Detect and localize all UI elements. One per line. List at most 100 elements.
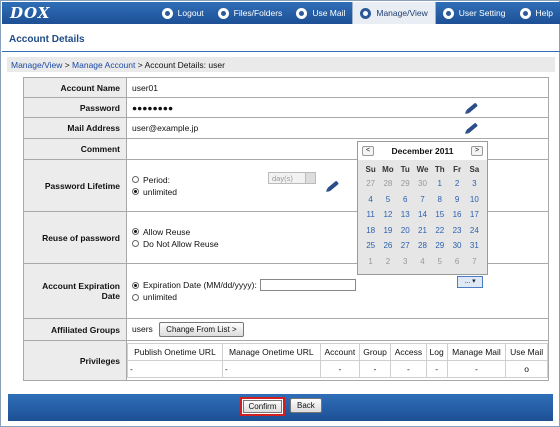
calendar-day[interactable]: 11	[362, 207, 379, 223]
calendar-day[interactable]: 23	[448, 223, 465, 239]
period-unit-select: day(s)	[268, 172, 316, 184]
calendar-day[interactable]: 6	[448, 254, 465, 270]
calendar-day[interactable]: 24	[466, 223, 483, 239]
calendar-day[interactable]: 28	[414, 238, 431, 254]
manage-icon	[360, 7, 372, 19]
nav-logout[interactable]: Logout	[155, 2, 211, 24]
confirm-button[interactable]: Confirm	[243, 400, 282, 413]
calendar-day[interactable]: 6	[397, 192, 414, 208]
calendar-day[interactable]: 7	[414, 192, 431, 208]
breadcrumb-manage-account[interactable]: Manage Account	[72, 60, 135, 70]
calendar-day[interactable]: 4	[414, 254, 431, 270]
calendar-day[interactable]: 12	[379, 207, 396, 223]
nav-use-mail[interactable]: Use Mail	[289, 2, 352, 24]
privilege-value: -	[319, 360, 360, 378]
comment-label: Comment	[23, 138, 127, 160]
allow-reuse-radio[interactable]	[132, 228, 139, 235]
unlimited-expiration-option[interactable]: unlimited	[132, 291, 543, 303]
main-nav: Logout Files/Folders Use Mail Manage/Vie…	[155, 2, 560, 24]
weekday-label: Tu	[400, 164, 410, 174]
calendar-day[interactable]: 3	[397, 254, 414, 270]
unlimited-expiration-radio[interactable]	[132, 293, 139, 301]
calendar-day[interactable]: 10	[466, 192, 483, 208]
calendar-day[interactable]: 21	[414, 223, 431, 239]
nav-help[interactable]: Help	[513, 2, 560, 24]
next-month-button[interactable]: >	[470, 146, 483, 156]
password-label: Password	[23, 97, 127, 118]
calendar-day[interactable]: 8	[431, 192, 448, 208]
calendar-day[interactable]: 1	[431, 176, 448, 192]
expiration-date-input[interactable]	[259, 279, 356, 291]
calendar-day[interactable]: 25	[362, 238, 379, 254]
user-icon	[442, 7, 454, 19]
affiliated-groups-cell: users Change From List >	[126, 318, 549, 341]
calendar-day[interactable]: 20	[397, 223, 414, 239]
calendar-day[interactable]: 15	[431, 207, 448, 223]
privilege-header: Manage Onetime URL	[221, 343, 321, 361]
calendar-dropdown-label: ...	[464, 278, 471, 285]
unlimited-lifetime-label: unlimited	[143, 186, 178, 197]
calendar-day[interactable]: 7	[466, 254, 483, 270]
nav-logout-label: Logout	[177, 8, 204, 18]
nav-manage-view[interactable]: Manage/View	[352, 2, 436, 24]
expiration-date-label: Account Expiration Date	[23, 263, 127, 319]
calendar-day[interactable]: 13	[397, 207, 414, 223]
calendar-day[interactable]: 27	[397, 238, 414, 254]
breadcrumb-separator: >	[135, 60, 145, 70]
expiration-date-radio[interactable]	[132, 281, 139, 289]
calendar-day[interactable]: 17	[466, 207, 483, 223]
calendar-day[interactable]: 1	[362, 254, 379, 270]
prev-month-button[interactable]: <	[362, 146, 374, 156]
reuse-password-label: Reuse of password	[23, 211, 127, 264]
privilege-header: Account	[319, 343, 360, 361]
password-value: ●●●●●●●●	[132, 102, 174, 113]
edit-mail-pencil-icon[interactable]	[466, 122, 478, 134]
calendar-day[interactable]: 5	[379, 192, 396, 208]
nav-user-setting[interactable]: User Setting	[436, 2, 513, 24]
privilege-header: Group	[358, 343, 392, 361]
calendar-day[interactable]: 2	[448, 176, 465, 192]
deny-reuse-radio[interactable]	[132, 240, 139, 247]
allow-reuse-label: Allow Reuse	[143, 226, 191, 237]
privilege-value: -	[358, 360, 392, 378]
calendar-day[interactable]: 18	[362, 223, 379, 239]
calendar-day[interactable]: 28	[379, 176, 396, 192]
password-lifetime-label: Password Lifetime	[23, 159, 127, 212]
change-from-list-button[interactable]: Change From List >	[159, 322, 244, 337]
calendar-day[interactable]: 19	[379, 223, 396, 239]
period-radio[interactable]	[132, 176, 139, 183]
nav-manage-view-label: Manage/View	[376, 8, 428, 18]
privilege-value: -	[127, 360, 223, 378]
calendar-day[interactable]: 5	[431, 254, 448, 270]
calendar-day[interactable]: 3	[466, 176, 483, 192]
calendar-day[interactable]: 22	[431, 223, 448, 239]
calendar-day[interactable]: 30	[448, 238, 465, 254]
privilege-value: -	[425, 360, 448, 378]
calendar-day[interactable]: 31	[466, 238, 483, 254]
back-button[interactable]: Back	[290, 398, 322, 413]
calendar-day[interactable]: 2	[379, 254, 396, 270]
calendar-day[interactable]: 4	[362, 192, 379, 208]
nav-files-folders[interactable]: Files/Folders	[211, 2, 290, 24]
nav-use-mail-label: Use Mail	[312, 8, 346, 18]
weekday-label: Fr	[453, 164, 462, 174]
breadcrumb-manage-view[interactable]: Manage/View	[11, 60, 62, 70]
help-icon	[519, 7, 531, 19]
calendar-day[interactable]: 9	[448, 192, 465, 208]
calendar-day[interactable]: 26	[379, 238, 396, 254]
period-label: Period:	[143, 174, 170, 185]
calendar-day[interactable]: 30	[414, 176, 431, 192]
edit-password-pencil-icon[interactable]	[466, 102, 478, 113]
nav-files-folders-label: Files/Folders	[233, 8, 283, 18]
calendar-day[interactable]: 29	[431, 238, 448, 254]
calendar-day[interactable]: 29	[397, 176, 414, 192]
calendar-dropdown-button[interactable]: ... ▾	[457, 276, 483, 288]
calendar-day[interactable]: 14	[414, 207, 431, 223]
unlimited-lifetime-radio[interactable]	[132, 188, 139, 195]
mail-icon	[296, 7, 308, 19]
calendar-day[interactable]: 27	[362, 176, 379, 192]
calendar-day[interactable]: 16	[448, 207, 465, 223]
privilege-value: -	[390, 360, 427, 378]
page-title: Account Details	[9, 34, 85, 45]
top-navigation-bar: DOX Logout Files/Folders Use Mail Manage…	[2, 2, 560, 24]
